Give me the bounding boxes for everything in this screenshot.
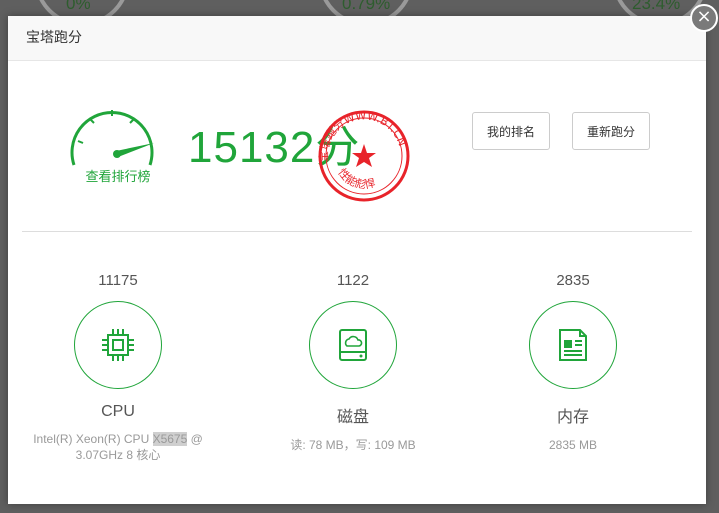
metric-memory: 2835 内存 2835 MB [473,272,673,453]
rerun-benchmark-button[interactable]: 重新跑分 [572,112,651,150]
metric-score: 1122 [336,272,370,289]
metric-name: 磁盘 [336,409,369,426]
metric-score: 11175 [98,272,138,289]
bt-stamp-seal: 宝塔跑分WWW.BT.CN 性能彪悍 [316,109,410,202]
section-divider [22,231,692,232]
score-value: 15132 [188,123,316,172]
metric-disk: 1122 磁盘 读: 78 MB，写: 109 MB [253,272,453,453]
metric-cpu: 11175 CPU Intel(R) Xeon(R) CPU X5675 @ 3… [18,272,218,463]
cpu-model-highlight: X5675 [152,432,188,446]
benchmark-dialog: 宝塔跑分 查看排行榜 15132分 宝塔跑分WWW.BT.CN 性能彪悍 我的排… [8,16,706,504]
bg-gauge-2-value: 0.79% [342,0,391,13]
metric-icon-circle [309,301,397,389]
cpu-model-text: Intel(R) Xeon(R) CPU [33,432,153,446]
metric-description: 2835 MB [548,438,598,452]
speedometer-icon [70,110,154,166]
svg-text:性能彪悍: 性能彪悍 [335,165,376,191]
memory-doc-icon [559,329,587,361]
metric-score: 2835 [556,272,590,289]
close-dialog-button[interactable]: × [690,4,718,32]
view-ranking-link[interactable]: 查看排行榜 [68,166,168,185]
bg-gauge-3-value: 23.4% [632,0,681,13]
my-rank-button[interactable]: 我的排名 [472,112,551,150]
metric-name: 内存 [556,409,589,426]
metric-icon-circle [74,301,162,389]
disk-drive-icon [339,329,367,361]
metric-description: Intel(R) Xeon(R) CPU X5675 @ 3.07GHz 8 核… [18,431,218,463]
metric-description: 读: 78 MB，写: 109 MB [290,438,416,452]
dialog-title: 宝塔跑分 [8,16,706,61]
bg-gauge-1-value: 0% [66,0,91,13]
metric-name: CPU [101,403,135,420]
cpu-chip-icon [102,329,134,361]
metric-icon-circle [529,301,617,389]
